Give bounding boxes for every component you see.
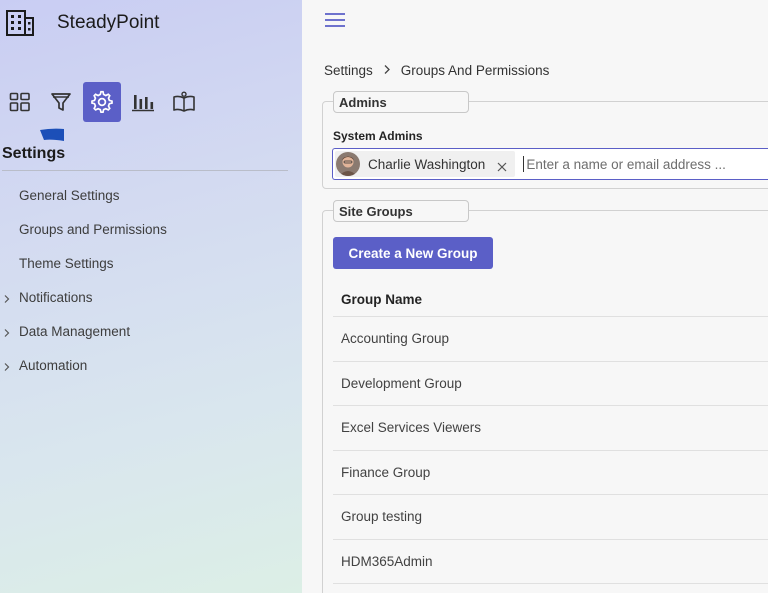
- brand[interactable]: SteadyPoint: [4, 8, 159, 38]
- admins-section: Admins System Admins Charlie Washington: [322, 91, 768, 189]
- sidebar-item-general-settings[interactable]: General Settings: [0, 178, 300, 212]
- heading-divider: [2, 170, 288, 171]
- system-admins-label: System Admins: [333, 129, 423, 143]
- selected-person-name: Charlie Washington: [368, 156, 486, 172]
- table-row[interactable]: Development Group: [333, 362, 768, 406]
- selected-person-chip[interactable]: Charlie Washington: [335, 151, 516, 177]
- table-row[interactable]: Accounting Group: [333, 317, 768, 362]
- chevron-right-icon: [3, 292, 11, 303]
- sidebar-icon-bar: [0, 82, 210, 124]
- table-row[interactable]: HDM365Admin: [333, 540, 768, 584]
- building-icon: [4, 8, 36, 38]
- dashboard-button[interactable]: [1, 82, 39, 122]
- sidebar-item-theme-settings[interactable]: Theme Settings: [0, 246, 300, 280]
- create-new-group-button[interactable]: Create a New Group: [333, 237, 493, 269]
- sidebar-item-label: Automation: [19, 357, 88, 373]
- close-icon[interactable]: [497, 159, 507, 172]
- breadcrumb-current: Groups And Permissions: [400, 63, 550, 78]
- sidebar-item-label: Data Management: [19, 323, 131, 339]
- sidebar-item-data-management[interactable]: Data Management: [0, 314, 300, 348]
- sidebar-heading: Settings: [2, 145, 66, 162]
- knowledge-button[interactable]: [165, 82, 203, 122]
- groups-table: Group Name Accounting Group Development …: [333, 283, 768, 584]
- sidebar-nav: General Settings Groups and Permissions …: [0, 178, 300, 382]
- gear-icon: [90, 90, 114, 114]
- avatar: [336, 152, 360, 176]
- sidebar-item-groups-and-permissions[interactable]: Groups and Permissions: [0, 212, 300, 246]
- site-groups-section: Site Groups Create a New Group Group Nam…: [322, 200, 768, 593]
- chevron-right-icon: [383, 63, 391, 78]
- admins-legend: Admins: [333, 91, 469, 113]
- chevron-right-icon: [3, 360, 11, 371]
- analytics-button[interactable]: [124, 82, 162, 122]
- breadcrumb-root[interactable]: Settings: [324, 63, 373, 78]
- site-groups-legend: Site Groups: [333, 200, 469, 222]
- sidebar-item-label: Theme Settings: [19, 255, 114, 271]
- breadcrumb: Settings Groups And Permissions: [324, 63, 549, 78]
- sidebar-item-label: Notifications: [19, 289, 93, 305]
- active-section-marker-icon: [40, 128, 64, 141]
- people-picker[interactable]: Charlie Washington: [332, 148, 768, 180]
- table-row[interactable]: Excel Services Viewers: [333, 406, 768, 451]
- dashboard-grid-icon: [9, 92, 31, 112]
- text-caret: [523, 156, 525, 172]
- settings-button[interactable]: [83, 82, 121, 122]
- filter-button[interactable]: [42, 82, 80, 122]
- chevron-right-icon: [3, 326, 11, 337]
- sidebar: SteadyPoint Settings General Settings Gr…: [0, 0, 302, 593]
- bar-chart-icon: [131, 91, 155, 113]
- sidebar-item-label: General Settings: [19, 187, 120, 203]
- book-icon: [172, 91, 196, 113]
- table-row[interactable]: Finance Group: [333, 451, 768, 495]
- people-search-input[interactable]: [526, 156, 757, 172]
- filter-icon: [50, 91, 72, 113]
- table-row[interactable]: Group testing: [333, 495, 768, 540]
- sidebar-item-label: Groups and Permissions: [19, 221, 167, 237]
- main-content: Settings Groups And Permissions Admins S…: [302, 0, 768, 593]
- app-name: SteadyPoint: [57, 12, 160, 33]
- column-header-group-name[interactable]: Group Name: [333, 283, 768, 317]
- sidebar-item-automation[interactable]: Automation: [0, 348, 300, 382]
- sidebar-item-notifications[interactable]: Notifications: [0, 280, 300, 314]
- hamburger-menu-icon[interactable]: [324, 12, 346, 28]
